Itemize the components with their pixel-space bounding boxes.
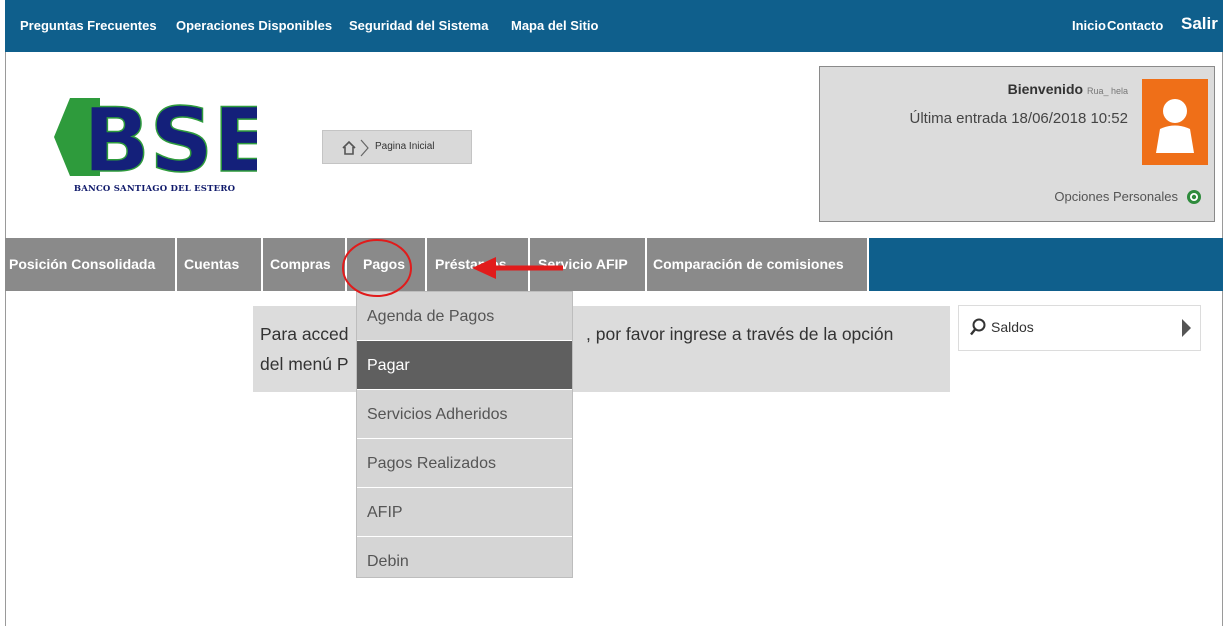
available-operations-link[interactable]: Operaciones Disponibles — [176, 18, 332, 33]
menu-item-servicios-adheridos[interactable]: Servicios Adheridos — [357, 390, 572, 439]
notice-line2: del menú P — [260, 354, 349, 374]
bse-logo[interactable]: BSE BANCO SANTIAGO DEL ESTERO — [52, 88, 274, 202]
logo-subtitle: BANCO SANTIAGO DEL ESTERO — [73, 184, 236, 194]
user-icon — [1156, 99, 1194, 153]
breadcrumb-current: Pagina Inicial — [375, 141, 435, 152]
nav-posicion-consolidada[interactable]: Posición Consolidada — [5, 238, 177, 291]
home-icon[interactable] — [341, 139, 371, 157]
saldos-widget[interactable]: Saldos — [958, 305, 1201, 351]
user-panel: Bienvenido Rua_ hela Última entrada 18/0… — [819, 66, 1215, 222]
notice-line1-right: , por favor ingrese a través de la opció… — [586, 324, 894, 344]
nav-servicio-afip[interactable]: Servicio AFIP — [530, 238, 647, 291]
nav-cuentas[interactable]: Cuentas — [177, 238, 263, 291]
saldos-label: Saldos — [991, 319, 1034, 335]
personal-options-link[interactable]: Opciones Personales — [1054, 189, 1178, 204]
pagos-dropdown-menu: Agenda de Pagos Pagar Servicios Adherido… — [356, 291, 573, 578]
logout-link[interactable]: Salir — [1181, 14, 1218, 34]
menu-item-debin[interactable]: Debin — [357, 537, 572, 586]
menu-item-pagos-realizados[interactable]: Pagos Realizados — [357, 439, 572, 488]
menu-item-afip[interactable]: AFIP — [357, 488, 572, 537]
avatar — [1142, 79, 1208, 165]
arrow-circle-icon[interactable] — [1186, 189, 1202, 205]
caret-right-icon[interactable] — [1180, 318, 1192, 338]
system-security-link[interactable]: Seguridad del Sistema — [349, 18, 488, 33]
menu-item-pagar[interactable]: Pagar — [357, 341, 572, 390]
nav-pagos[interactable]: Pagos — [347, 238, 427, 291]
search-icon — [970, 318, 986, 336]
bse-logo-graphic: BSE — [54, 88, 274, 193]
notice-line1-left: Para acced — [260, 324, 349, 344]
nav-comparacion-comisiones[interactable]: Comparación de comisiones — [647, 238, 869, 291]
contact-link[interactable]: Contacto — [1107, 18, 1163, 33]
sitemap-link[interactable]: Mapa del Sitio — [511, 18, 598, 33]
username: Rua_ hela — [1086, 86, 1128, 96]
nav-compras[interactable]: Compras — [263, 238, 347, 291]
home-link[interactable]: Inicio — [1072, 18, 1106, 33]
menu-item-agenda-de-pagos[interactable]: Agenda de Pagos — [357, 292, 572, 341]
breadcrumb: Pagina Inicial — [322, 130, 472, 164]
logo-text: BSE — [83, 92, 257, 182]
last-entry-text: Última entrada 18/06/2018 10:52 — [909, 110, 1129, 127]
nav-prestamos[interactable]: Préstamos — [427, 238, 530, 291]
welcome-text: Bienvenido Rua_ hela — [1007, 81, 1128, 97]
faq-link[interactable]: Preguntas Frecuentes — [20, 18, 157, 33]
